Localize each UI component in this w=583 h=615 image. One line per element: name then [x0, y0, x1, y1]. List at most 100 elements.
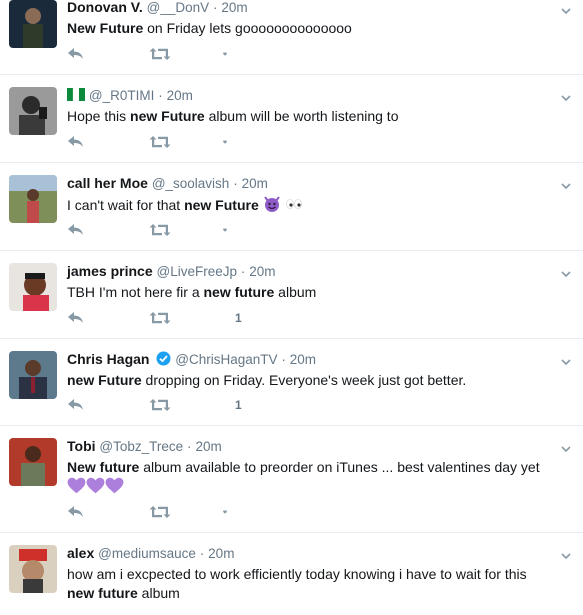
- retweet-icon[interactable]: [149, 505, 171, 519]
- retweet-icon[interactable]: [149, 398, 171, 412]
- tweet-header: call her Moe @_soolavish · 20m: [67, 174, 553, 193]
- tweet-actions: [67, 135, 239, 149]
- author-handle[interactable]: @_soolavish: [152, 176, 230, 191]
- tweet-feed: Donovan V. @__DonV · 20m New Future on F…: [0, 0, 583, 615]
- timestamp[interactable]: 20m: [208, 546, 234, 561]
- retweet-icon[interactable]: [149, 47, 171, 61]
- author-handle[interactable]: @Tobz_Trece: [99, 439, 183, 454]
- chevron-down-icon[interactable]: [561, 93, 571, 103]
- tweet[interactable]: Tobi @Tobz_Trece · 20m New future album …: [0, 426, 583, 533]
- heart-icon: [223, 140, 227, 144]
- like-button[interactable]: 1: [223, 311, 242, 325]
- tweet-actions: [67, 505, 239, 519]
- separator: ·: [240, 264, 246, 279]
- separator: ·: [213, 0, 218, 15]
- author-handle[interactable]: @_R0TIMI: [89, 88, 154, 103]
- tweet-header: @_R0TIMI · 20m: [67, 86, 553, 105]
- heart-icon: [223, 228, 227, 232]
- tweet-text: Hope this new Future album will be worth…: [67, 108, 399, 124]
- reply-icon[interactable]: [67, 223, 85, 237]
- like-button[interactable]: 1: [223, 398, 242, 412]
- tweet-header: Tobi @Tobz_Trece · 20m: [67, 437, 553, 456]
- chevron-down-icon[interactable]: [561, 357, 571, 367]
- tweet[interactable]: Donovan V. @__DonV · 20m New Future on F…: [0, 0, 583, 75]
- separator: ·: [233, 176, 238, 191]
- tweet[interactable]: call her Moe @_soolavish · 20m I can't w…: [0, 163, 583, 251]
- author-name[interactable]: Donovan V.: [67, 0, 143, 15]
- author-handle[interactable]: @ChrisHaganTV: [175, 352, 277, 367]
- tweet-text: TBH I'm not here fir a new future album: [67, 284, 317, 300]
- timestamp[interactable]: 20m: [290, 352, 316, 367]
- chevron-down-icon[interactable]: [561, 181, 571, 191]
- avatar[interactable]: [9, 438, 57, 486]
- like-button[interactable]: [223, 223, 239, 237]
- chevron-down-icon[interactable]: [561, 551, 571, 561]
- chevron-down-icon[interactable]: [561, 444, 571, 454]
- verified-badge-icon: [156, 351, 171, 366]
- tweet-actions: [67, 223, 239, 237]
- reply-icon[interactable]: [67, 311, 85, 325]
- author-handle[interactable]: @mediumsauce: [98, 546, 196, 561]
- tweet-header: Chris Hagan @ChrisHaganTV · 20m: [67, 350, 553, 369]
- reply-icon[interactable]: [67, 505, 85, 519]
- timestamp[interactable]: 20m: [221, 0, 247, 15]
- author-name[interactable]: Tobi: [67, 438, 96, 454]
- tweet-text: new Future dropping on Friday. Everyone'…: [67, 372, 467, 388]
- like-button[interactable]: [223, 505, 239, 519]
- heart-icon: [223, 52, 227, 56]
- reply-icon[interactable]: [67, 398, 85, 412]
- timestamp[interactable]: 20m: [195, 439, 221, 454]
- smiling-imp-emoji: [263, 196, 280, 212]
- author-name[interactable]: alex: [67, 545, 94, 561]
- purple-heart-emoji: [86, 477, 105, 494]
- avatar[interactable]: [9, 351, 57, 399]
- avatar[interactable]: [9, 0, 57, 48]
- like-button[interactable]: [223, 135, 239, 149]
- heart-icon: [223, 510, 227, 514]
- tweet-header: Donovan V. @__DonV · 20m: [67, 0, 553, 17]
- author-name[interactable]: Chris Hagan: [67, 351, 149, 367]
- separator: ·: [158, 88, 163, 103]
- reply-icon[interactable]: [67, 47, 85, 61]
- tweet[interactable]: @_R0TIMI · 20m Hope this new Future albu…: [0, 75, 583, 163]
- author-handle[interactable]: @LiveFreeJp: [157, 264, 238, 279]
- tweet-text: I can't wait for that new Future: [67, 195, 553, 215]
- timestamp[interactable]: 20m: [167, 88, 193, 103]
- tweet-actions: 1: [67, 398, 242, 412]
- tweet-header: alex @mediumsauce · 20m: [67, 544, 553, 563]
- tweet-text: New Future on Friday lets gooooooooooooo…: [67, 20, 352, 36]
- retweet-icon[interactable]: [149, 311, 171, 325]
- purple-heart-emoji: [105, 477, 124, 494]
- avatar[interactable]: [9, 87, 57, 135]
- tweet[interactable]: alex @mediumsauce · 20m how am i excpect…: [0, 533, 583, 615]
- like-count: 1: [235, 398, 242, 412]
- separator: ·: [199, 546, 205, 561]
- tweet-actions: [67, 47, 239, 61]
- avatar[interactable]: [9, 175, 57, 223]
- eyes-emoji: [285, 199, 302, 209]
- timestamp[interactable]: 20m: [249, 264, 275, 279]
- avatar[interactable]: [9, 545, 57, 593]
- like-count: 1: [235, 311, 242, 325]
- chevron-down-icon[interactable]: [561, 6, 571, 16]
- nigeria-flag-icon: [67, 88, 85, 101]
- tweet-actions: 1: [67, 311, 242, 325]
- separator: ·: [187, 439, 192, 454]
- purple-heart-emoji: [67, 477, 86, 494]
- author-name[interactable]: call her Moe: [67, 175, 148, 191]
- reply-icon[interactable]: [67, 135, 85, 149]
- retweet-icon[interactable]: [149, 223, 171, 237]
- tweet[interactable]: james prince @LiveFreeJp · 20m TBH I'm n…: [0, 251, 583, 339]
- tweet-text: New future album available to preorder o…: [67, 458, 553, 496]
- author-name[interactable]: james prince: [67, 263, 153, 279]
- separator: ·: [281, 352, 286, 367]
- tweet-text: how am i excpected to work efficiently t…: [67, 566, 527, 601]
- avatar[interactable]: [9, 263, 57, 311]
- chevron-down-icon[interactable]: [561, 269, 571, 279]
- author-handle[interactable]: @__DonV: [147, 0, 210, 15]
- timestamp[interactable]: 20m: [242, 176, 268, 191]
- tweet[interactable]: Chris Hagan @ChrisHaganTV · 20m new Futu…: [0, 339, 583, 426]
- like-button[interactable]: [223, 47, 239, 61]
- tweet-header: james prince @LiveFreeJp · 20m: [67, 262, 553, 281]
- retweet-icon[interactable]: [149, 135, 171, 149]
